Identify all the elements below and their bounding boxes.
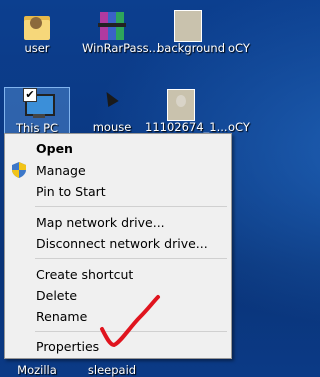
desktop-icon-label: background xyxy=(157,41,226,55)
desktop-icon-ocy-2[interactable]: oCY xyxy=(222,87,262,134)
menu-item-create-shortcut[interactable]: Create shortcut xyxy=(7,264,229,284)
checkbox-check-icon: ✔ xyxy=(23,88,37,102)
menu-separator xyxy=(35,206,227,207)
menu-separator xyxy=(35,258,227,259)
menu-item-disconnect-network-drive[interactable]: Disconnect network drive... xyxy=(7,233,229,253)
menu-item-label: Map network drive... xyxy=(36,215,165,230)
this-pc-icon: ✔ xyxy=(21,88,55,122)
menu-item-open[interactable]: Open xyxy=(7,138,229,158)
desktop-icon-ocy-1[interactable]: oCY xyxy=(222,8,262,55)
mouse-cursor-file-icon xyxy=(96,87,128,121)
red-annotation-stroke xyxy=(100,295,160,347)
desktop-icon-label: sleepaid xyxy=(87,363,137,377)
desktop-icon-label: oCY xyxy=(228,41,250,55)
menu-item-label: Manage xyxy=(36,163,86,178)
desktop-icon-label: Mozilla xyxy=(17,363,57,377)
image-file-icon xyxy=(171,8,203,42)
menu-item-label: Properties xyxy=(36,339,100,354)
desktop-icon-user[interactable]: user xyxy=(7,8,67,55)
desktop-icon-winrarpass[interactable]: WinRarPass... xyxy=(82,8,160,55)
desktop-icon-label: oCY xyxy=(228,120,250,134)
desktop-icon-mouse[interactable]: mouse xyxy=(82,87,142,134)
desktop-icon-label: user xyxy=(24,41,50,55)
menu-item-label: Delete xyxy=(36,288,78,303)
desktop-icon-background[interactable]: background xyxy=(157,8,226,55)
desktop-icon-11102674[interactable]: 11102674_1... xyxy=(145,87,228,134)
menu-item-label: Open xyxy=(36,141,73,156)
menu-item-label: Rename xyxy=(36,309,88,324)
file-icon xyxy=(222,87,254,121)
desktop-icon-this-pc[interactable]: ✔ This PC xyxy=(4,87,70,135)
file-icon xyxy=(222,8,254,42)
user-folder-icon xyxy=(21,8,53,42)
menu-item-label: Create shortcut xyxy=(36,267,134,282)
menu-item-map-network-drive[interactable]: Map network drive... xyxy=(7,212,229,232)
uac-shield-icon xyxy=(12,162,26,178)
menu-item-manage[interactable]: Manage xyxy=(7,160,229,180)
menu-item-label: Disconnect network drive... xyxy=(36,236,208,251)
photo-file-icon xyxy=(164,87,196,121)
winrar-archive-icon xyxy=(96,8,128,42)
menu-item-label: Pin to Start xyxy=(36,184,106,199)
desktop-icon-label: WinRarPass... xyxy=(82,41,160,55)
menu-item-pin-to-start[interactable]: Pin to Start xyxy=(7,181,229,201)
